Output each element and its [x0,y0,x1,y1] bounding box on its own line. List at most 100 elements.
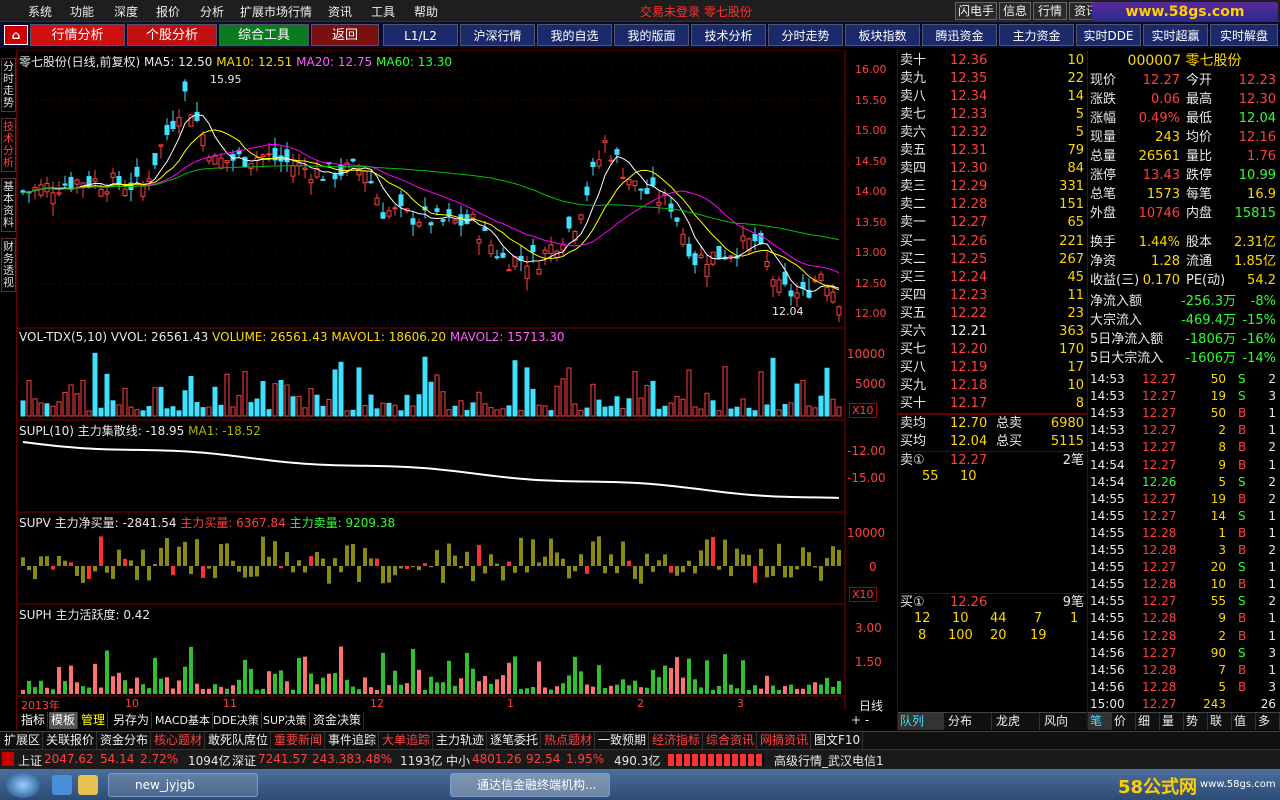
ask-level[interactable]: 卖十 12.36 10 [900,52,1088,70]
supv-bar [153,563,157,566]
tab-tools[interactable]: 综合工具 [219,24,309,46]
tab-distribution[interactable]: 分布 [946,713,992,730]
info-tab[interactable]: 核心题材 [152,732,206,749]
menu-depth[interactable]: 深度 [114,3,138,20]
tab-value[interactable]: 值 [1232,713,1256,730]
tab-my-layout[interactable]: 我的版面 [614,24,689,46]
bid-level[interactable]: 买三 12.24 45 [900,269,1088,287]
bid-level[interactable]: 买一 12.26 221 [900,233,1088,251]
tab-save-as[interactable]: 另存为 [111,712,153,729]
suph-bar [285,681,289,694]
info-tab[interactable]: 主力轨迹 [434,732,488,749]
bid-level[interactable]: 买五 12.22 23 [900,305,1088,323]
bid-level[interactable]: 买九 12.18 10 [900,377,1088,395]
info-tab[interactable]: 事件追踪 [326,732,380,749]
info-tab[interactable]: 大单追踪 [380,732,434,749]
tab-sup-decision[interactable]: SUP决策 [261,712,310,729]
ask-level[interactable]: 卖六 12.32 5 [900,124,1088,142]
tab-macd[interactable]: MACD基本 [153,712,213,729]
side-tab-financial[interactable]: 财务透视 [1,238,16,292]
zoom-controls[interactable]: + - [851,713,869,727]
start-button-icon[interactable] [6,772,40,798]
info-tab[interactable]: 经济指标 [650,732,704,749]
bid-level[interactable]: 买十 12.17 8 [900,395,1088,413]
ask-level[interactable]: 卖九 12.35 22 [900,70,1088,88]
menu-analysis[interactable]: 分析 [200,3,224,20]
tab-more[interactable]: 多 [1256,713,1280,730]
tab-linked[interactable]: 联 [1208,713,1232,730]
menu-info[interactable]: 资讯 [328,3,352,20]
tab-technical[interactable]: 技术分析 [691,24,766,46]
tab-template[interactable]: 模板 [49,712,79,729]
tab-wind[interactable]: 风向 [1042,713,1088,730]
ask-level[interactable]: 卖八 12.34 14 [900,88,1088,106]
ask-level[interactable]: 卖五 12.31 79 [900,142,1088,160]
taskbar-item-tdx[interactable]: 通达信金融终端机构... [450,773,610,797]
tab-watchlist[interactable]: 我的自选 [537,24,612,46]
tab-market-analysis[interactable]: 行情分析 [30,24,125,46]
bid-level[interactable]: 买六 12.21 363 [900,323,1088,341]
info-tab[interactable]: 热点题材 [542,732,596,749]
info-tab[interactable]: 扩展区 [2,732,44,749]
bid-level[interactable]: 买四 12.23 11 [900,287,1088,305]
home-icon[interactable]: ⌂ [4,25,28,45]
menu-help[interactable]: 帮助 [414,3,438,20]
side-tab-intraday[interactable]: 分时走势 [1,58,16,112]
menu-quote[interactable]: 报价 [156,3,180,20]
tab-intraday[interactable]: 分时走势 [768,24,843,46]
tab-indicator[interactable]: 指标 [19,712,49,729]
tick-price: 12.27 [1142,645,1177,660]
kline-chart[interactable]: 零七股份(日线,前复权) MA5: 12.50 MA10: 12.51 MA20… [17,50,897,730]
info-tab[interactable]: 敢死队席位 [206,732,272,749]
ask-level[interactable]: 卖七 12.33 5 [900,106,1088,124]
menu-tools[interactable]: 工具 [371,3,395,20]
tab-sh-sz[interactable]: 沪深行情 [460,24,535,46]
tab-tencent-funds[interactable]: 腾迅资金 [922,24,997,46]
info-tab[interactable]: 网摘资讯 [758,732,812,749]
menu-system[interactable]: 系统 [28,3,52,20]
tab-super-win[interactable]: 实时超赢 [1143,24,1208,46]
tab-dde-decision[interactable]: DDE决策 [211,712,262,729]
info-tab[interactable]: 综合资讯 [704,732,758,749]
tab-queue[interactable]: 队列 [898,713,944,730]
taskbar-item-new-jyjgb[interactable]: new_jyjgb [108,773,258,797]
tab-sector-index[interactable]: 板块指数 [845,24,920,46]
tab-volume[interactable]: 量 [1160,713,1184,730]
bid-level[interactable]: 买二 12.25 267 [900,251,1088,269]
quote-label: 涨停 [1090,168,1117,183]
tab-trades[interactable]: 笔 [1088,713,1112,730]
lightning-button[interactable]: 闪电手 [955,2,997,20]
side-tab-technical[interactable]: 技术分析 [1,118,16,172]
ask-level[interactable]: 卖四 12.30 84 [900,160,1088,178]
info-tab[interactable]: 重要新闻 [272,732,326,749]
tab-price[interactable]: 价 [1112,713,1136,730]
bid-level[interactable]: 买八 12.19 17 [900,359,1088,377]
info-button[interactable]: 信息 [999,2,1031,20]
info-tab[interactable]: 关联报价 [44,732,98,749]
info-tab[interactable]: 一致预期 [596,732,650,749]
tab-detail[interactable]: 细 [1136,713,1160,730]
menu-extended-market[interactable]: 扩展市场行情 [240,3,312,20]
info-tab[interactable]: 逐笔委托 [488,732,542,749]
side-tab-basic-info[interactable]: 基本资料 [1,178,16,232]
ask-level[interactable]: 卖三 12.29 331 [900,178,1088,196]
bid-level[interactable]: 买七 12.20 170 [900,341,1088,359]
market-button[interactable]: 行情 [1033,2,1067,20]
ask-level[interactable]: 卖二 12.28 151 [900,196,1088,214]
tab-dragon-tiger[interactable]: 龙虎 [994,713,1040,730]
tab-main-funds[interactable]: 主力资金 [999,24,1074,46]
tab-manage[interactable]: 管理 [79,712,109,729]
tab-trend[interactable]: 势 [1184,713,1208,730]
tab-fund-decision[interactable]: 资金决策 [311,712,365,729]
ask-level[interactable]: 卖一 12.27 65 [900,214,1088,232]
ie-icon[interactable] [52,775,72,795]
info-tab[interactable]: 图文F10 [812,732,864,749]
folder-icon[interactable] [78,775,98,795]
tab-commentary[interactable]: 实时解盘 [1210,24,1278,46]
tab-l1l2[interactable]: L1/L2 [383,24,458,46]
tab-stock-analysis[interactable]: 个股分析 [127,24,217,46]
info-tab[interactable]: 资金分布 [98,732,152,749]
tab-back[interactable]: 返回 [311,24,379,46]
menu-function[interactable]: 功能 [70,3,94,20]
tab-dde[interactable]: 实时DDE [1076,24,1141,46]
